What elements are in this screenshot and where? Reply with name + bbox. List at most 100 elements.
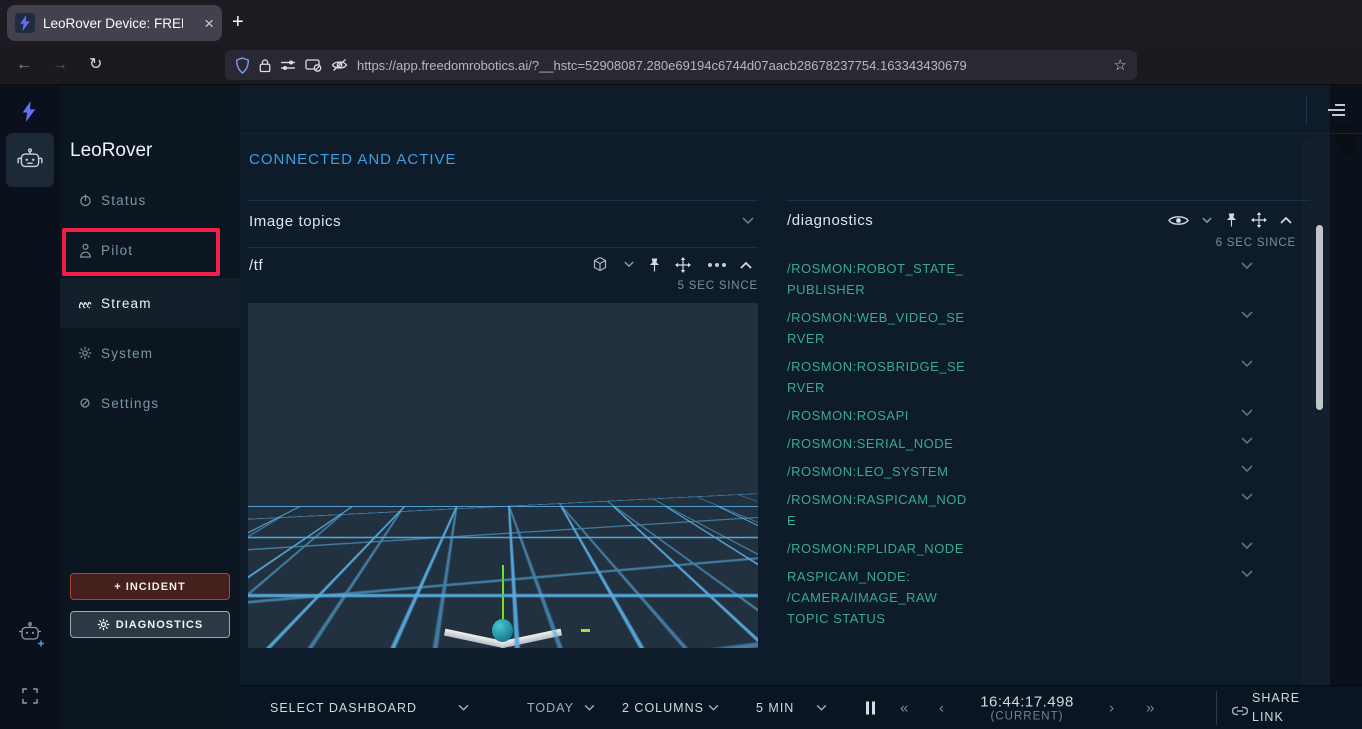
right-rail: [1330, 85, 1362, 685]
scrollbar-thumb[interactable]: [1316, 225, 1323, 410]
chevron-down-icon[interactable]: [624, 261, 634, 268]
move-icon[interactable]: [1251, 212, 1267, 228]
filter-lines-icon[interactable]: [1327, 104, 1345, 119]
url-text[interactable]: https://app.freedomrobotics.ai/?__hstc=5…: [357, 58, 1105, 73]
chevron-down-icon[interactable]: [1241, 570, 1253, 578]
permissions-sliders-icon[interactable]: [280, 59, 296, 71]
chevron-down-icon[interactable]: [584, 704, 595, 711]
diagnostic-item[interactable]: /ROSMON:WEB_VIDEO_SERVER: [787, 307, 1253, 349]
current-time: 16:44:17.498: [980, 693, 1074, 710]
diagnostic-item-label: /ROSMON:ROBOT_STATE_PUBLISHER: [787, 258, 967, 300]
chevron-down-icon[interactable]: [1202, 217, 1212, 224]
pilot-annotation-box: [62, 228, 220, 276]
diagnostic-item[interactable]: /ROSMON:SERIAL_NODE: [787, 433, 1253, 454]
date-range-dropdown[interactable]: TODAY: [527, 701, 574, 715]
pause-button[interactable]: [866, 701, 875, 714]
select-dashboard-dropdown[interactable]: SELECT DASHBOARD: [270, 701, 417, 715]
tf-3d-viewport[interactable]: [248, 303, 758, 648]
time-window-dropdown[interactable]: 5 MIN: [756, 701, 794, 715]
chevron-down-icon[interactable]: [1241, 437, 1253, 445]
back-button[interactable]: ←: [16, 57, 32, 73]
new-tab-button[interactable]: +: [232, 11, 244, 34]
chevron-down-icon[interactable]: [1241, 311, 1253, 319]
sidebar-item-system[interactable]: System: [60, 340, 240, 366]
sidebar-item-label: Stream: [101, 296, 152, 311]
move-icon[interactable]: [675, 257, 691, 273]
step-back-button[interactable]: ‹: [939, 699, 945, 716]
axis-dash: [581, 629, 590, 632]
autoplay-blocked-icon[interactable]: [305, 58, 322, 72]
pin-icon[interactable]: [1225, 212, 1238, 228]
cube-3d-view-icon[interactable]: [590, 255, 610, 274]
collapse-chevron-up-icon[interactable]: [740, 261, 752, 269]
url-bar[interactable]: https://app.freedomrobotics.ai/?__hstc=5…: [225, 50, 1137, 80]
chevron-down-icon[interactable]: [1241, 409, 1253, 417]
diagnostic-item-label: /ROSMON:RASPICAM_NODE: [787, 489, 967, 531]
diagnostic-item[interactable]: /ROSMON:LEO_SYSTEM: [787, 461, 1253, 482]
incident-button[interactable]: + INCIDENT: [70, 573, 230, 600]
link-icon: [1232, 706, 1248, 716]
tracking-blocked-eye-icon[interactable]: [331, 58, 348, 72]
chevron-down-icon[interactable]: [458, 704, 469, 711]
pin-icon[interactable]: [648, 257, 661, 273]
chevron-down-icon[interactable]: [1241, 542, 1253, 550]
diagnostic-item[interactable]: /ROSMON:RPLIDAR_NODE: [787, 538, 1253, 559]
gear-icon: [77, 346, 93, 360]
skip-forward-button[interactable]: »: [1146, 699, 1155, 716]
bookmark-star-icon[interactable]: ☆: [1114, 56, 1127, 74]
collapse-chevron-up-icon[interactable]: [1280, 216, 1292, 224]
chevron-down-icon[interactable]: [742, 217, 754, 225]
columns-dropdown[interactable]: 2 COLUMNS: [622, 701, 704, 715]
topbar-divider: [240, 133, 1362, 134]
chevron-down-icon[interactable]: [1241, 493, 1253, 501]
diagnostic-item[interactable]: /ROSMON:ROSAPI: [787, 405, 1253, 426]
diagnostics-button[interactable]: DIAGNOSTICS: [70, 611, 230, 638]
freedom-logo-lightning-icon[interactable]: [21, 101, 37, 122]
browser-tab-bar: LeoRover Device: FREED × +: [0, 0, 1362, 45]
chevron-down-icon[interactable]: [1241, 262, 1253, 270]
current-time-label: (CURRENT): [980, 710, 1074, 722]
robot-tf-marker: [492, 619, 513, 642]
diagnostic-item[interactable]: /ROSMON:RASPICAM_NODE: [787, 489, 1253, 531]
app-icon-strip: [0, 85, 60, 729]
sidebar-item-label: System: [101, 346, 153, 361]
divider: [248, 200, 758, 201]
diagnostic-item[interactable]: /ROSMON:ROBOT_STATE_PUBLISHER: [787, 258, 1253, 300]
device-sidebar: LeoRover Status Pilot Stream: [60, 85, 240, 729]
diagnostic-item[interactable]: RASPICAM_NODE: /CAMERA/IMAGE_RAW TOPIC S…: [787, 566, 1253, 629]
eye-icon[interactable]: [1168, 214, 1189, 227]
chevron-down-icon[interactable]: [816, 704, 827, 711]
sidebar-item-stream[interactable]: Stream: [60, 278, 240, 328]
chevron-down-icon[interactable]: [1241, 360, 1253, 368]
tab-title: LeoRover Device: FREED: [43, 16, 183, 31]
divider: [1216, 691, 1217, 725]
shield-icon[interactable]: [235, 57, 250, 74]
sidebar-item-label: Status: [101, 193, 146, 208]
reload-button[interactable]: ↻: [89, 57, 102, 73]
diagnostic-item[interactable]: /ROSMON:ROSBRIDGE_SERVER: [787, 356, 1253, 398]
add-device-robot-icon[interactable]: [17, 622, 44, 647]
tab-close-icon[interactable]: ×: [204, 15, 214, 32]
step-forward-button[interactable]: ›: [1109, 699, 1115, 716]
chevron-down-icon[interactable]: [708, 704, 719, 711]
more-options-icon[interactable]: [705, 263, 726, 267]
skip-back-button[interactable]: «: [900, 699, 909, 716]
forward-button[interactable]: →: [52, 57, 68, 73]
sidebar-item-label: Settings: [101, 396, 159, 411]
fullscreen-icon[interactable]: [22, 688, 38, 704]
gauge-icon: [77, 193, 93, 207]
chevron-down-icon[interactable]: [1241, 465, 1253, 473]
timeline-clock[interactable]: 16:44:17.498 (CURRENT): [980, 693, 1074, 722]
device-rover-icon[interactable]: [6, 133, 54, 187]
share-link-button[interactable]: SHARE LINK: [1252, 689, 1314, 727]
sidebar-item-status[interactable]: Status: [60, 187, 240, 213]
lock-icon[interactable]: [259, 58, 271, 73]
tf-since-label: 5 SEC SINCE: [658, 280, 758, 292]
sidebar-item-settings[interactable]: Settings: [60, 390, 240, 416]
diagnostic-item-label: /ROSMON:WEB_VIDEO_SERVER: [787, 307, 967, 349]
browser-toolbar: ← → ↻: [0, 45, 1362, 85]
slashed-circle-icon: [77, 397, 93, 409]
image-topics-dropdown[interactable]: Image topics: [249, 213, 341, 230]
browser-tab[interactable]: LeoRover Device: FREED ×: [7, 5, 222, 41]
wave-icon: [77, 297, 93, 309]
